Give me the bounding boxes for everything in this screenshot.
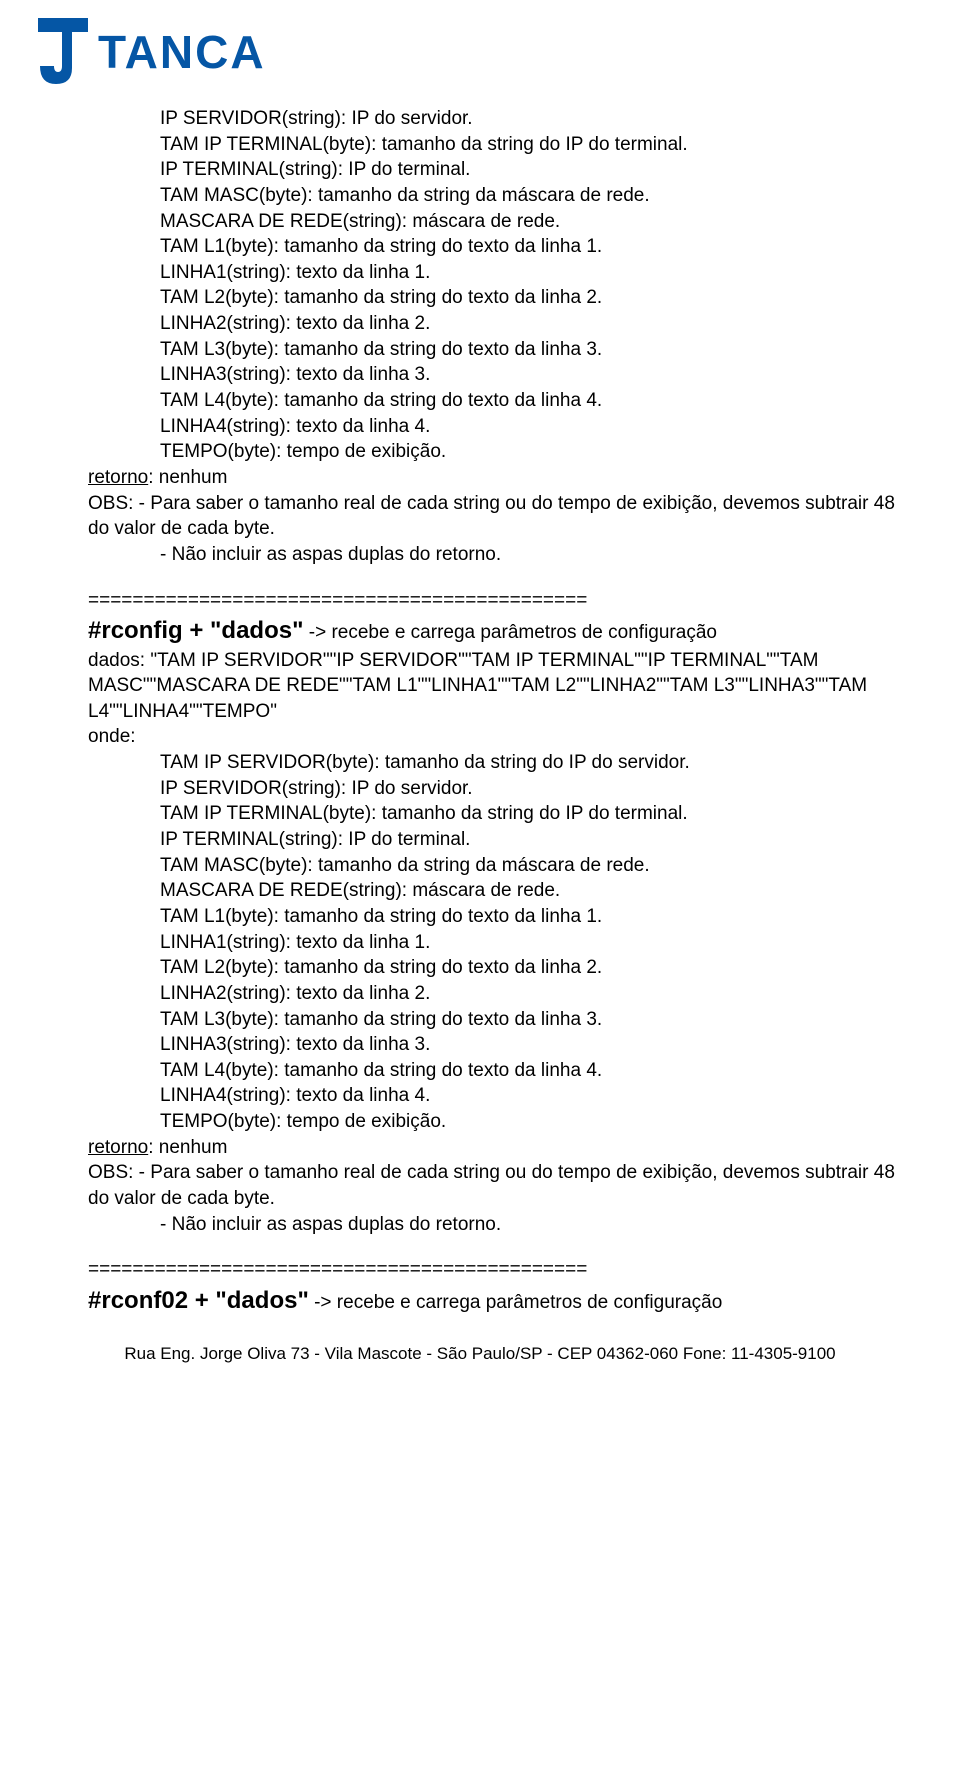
obs-line: OBS: - Para saber o tamanho real de cada… [88,1160,896,1211]
command-desc: -> recebe e carrega parâmetros de config… [309,1292,722,1313]
command-name: #rconfig + "dados" [88,617,303,644]
command-line: #rconfig + "dados" -> recebe e carrega p… [88,615,896,647]
param-line: LINHA3(string): texto da linha 3. [88,1032,896,1058]
dados-line: dados: "TAM IP SERVIDOR""IP SERVIDOR""TA… [88,648,896,725]
param-line: LINHA1(string): texto da linha 1. [88,930,896,956]
retorno-label: retorno [88,1137,148,1158]
param-line: TAM L1(byte): tamanho da string do texto… [88,234,896,260]
command-name: #rconf02 + "dados" [88,1287,309,1314]
command-line: #rconf02 + "dados" -> recebe e carrega p… [88,1285,896,1317]
param-line: TAM IP TERMINAL(byte): tamanho da string… [88,132,896,158]
param-line: TAM L2(byte): tamanho da string do texto… [88,285,896,311]
obs-line: - Não incluir as aspas duplas do retorno… [88,1212,896,1238]
separator: ========================================… [88,588,896,614]
param-line: TAM L4(byte): tamanho da string do texto… [88,388,896,414]
tanca-logo-icon [36,16,90,88]
retorno-line: retorno: nenhum [88,465,896,491]
param-line: TAM L2(byte): tamanho da string do texto… [88,955,896,981]
logo-text: TANCA [98,21,266,83]
param-line: IP TERMINAL(string): IP do terminal. [88,157,896,183]
obs-line: - Não incluir as aspas duplas do retorno… [88,542,896,568]
retorno-label: retorno [88,467,148,488]
retorno-value: : nenhum [148,467,227,488]
param-line: TAM MASC(byte): tamanho da string da más… [88,183,896,209]
param-line: IP SERVIDOR(string): IP do servidor. [88,106,896,132]
param-line: LINHA2(string): texto da linha 2. [88,981,896,1007]
param-line: MASCARA DE REDE(string): máscara de rede… [88,209,896,235]
retorno-value: : nenhum [148,1137,227,1158]
command-desc: -> recebe e carrega parâmetros de config… [303,622,716,643]
param-line: TAM L3(byte): tamanho da string do texto… [88,337,896,363]
param-line: TAM L1(byte): tamanho da string do texto… [88,904,896,930]
param-line: LINHA4(string): texto da linha 4. [88,1083,896,1109]
param-line: IP SERVIDOR(string): IP do servidor. [88,776,896,802]
param-line: TAM L4(byte): tamanho da string do texto… [88,1058,896,1084]
param-line: LINHA1(string): texto da linha 1. [88,260,896,286]
param-line: TEMPO(byte): tempo de exibição. [88,1109,896,1135]
param-line: LINHA4(string): texto da linha 4. [88,414,896,440]
param-line: LINHA3(string): texto da linha 3. [88,362,896,388]
param-line: LINHA2(string): texto da linha 2. [88,311,896,337]
param-line: IP TERMINAL(string): IP do terminal. [88,827,896,853]
separator: ========================================… [88,1257,896,1283]
param-line: TAM MASC(byte): tamanho da string da más… [88,853,896,879]
obs-line: OBS: - Para saber o tamanho real de cada… [88,491,896,542]
param-line: TEMPO(byte): tempo de exibição. [88,439,896,465]
page-footer: Rua Eng. Jorge Oliva 73 - Vila Mascote -… [36,1317,924,1378]
onde-label: onde: [88,724,896,750]
logo: TANCA [36,0,924,106]
param-line: TAM IP SERVIDOR(byte): tamanho da string… [88,750,896,776]
param-line: MASCARA DE REDE(string): máscara de rede… [88,878,896,904]
param-line: TAM IP TERMINAL(byte): tamanho da string… [88,801,896,827]
param-line: TAM L3(byte): tamanho da string do texto… [88,1007,896,1033]
retorno-line: retorno: nenhum [88,1135,896,1161]
